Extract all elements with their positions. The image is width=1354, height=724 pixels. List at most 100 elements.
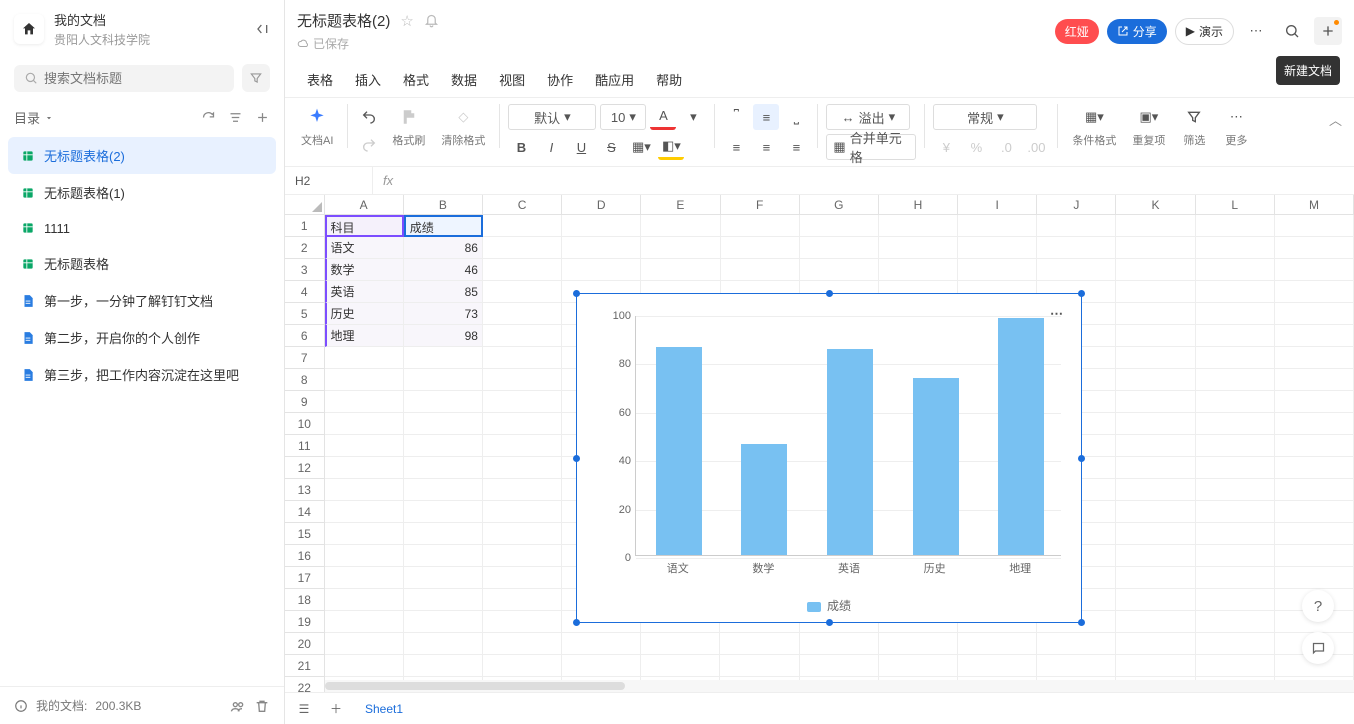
cell[interactable] <box>404 479 483 501</box>
cell[interactable]: 科目 <box>325 215 404 237</box>
add-icon[interactable] <box>255 110 270 125</box>
cell[interactable] <box>483 435 562 457</box>
cell[interactable]: 地理 <box>325 325 404 347</box>
cell[interactable] <box>1116 633 1195 655</box>
cell[interactable] <box>404 501 483 523</box>
cell[interactable] <box>1196 391 1275 413</box>
cell[interactable] <box>1037 655 1116 677</box>
help-fab[interactable]: ? <box>1302 590 1334 622</box>
cell[interactable] <box>325 457 404 479</box>
cell[interactable] <box>720 633 799 655</box>
cell[interactable] <box>483 259 562 281</box>
name-box[interactable]: H2 <box>285 167 373 194</box>
cell[interactable] <box>404 523 483 545</box>
cell[interactable] <box>325 413 404 435</box>
cell[interactable] <box>1116 259 1195 281</box>
cell[interactable]: 73 <box>404 303 483 325</box>
cell[interactable] <box>1116 567 1195 589</box>
row-header[interactable]: 12 <box>285 457 325 479</box>
cell[interactable] <box>483 281 562 303</box>
cell[interactable] <box>562 633 641 655</box>
cell[interactable] <box>325 589 404 611</box>
percent-icon[interactable]: % <box>963 134 989 160</box>
cell[interactable] <box>721 215 800 237</box>
cell[interactable] <box>1275 457 1354 479</box>
row-header[interactable]: 7 <box>285 347 325 369</box>
cell[interactable]: 98 <box>404 325 483 347</box>
cell[interactable] <box>641 655 720 677</box>
font-select[interactable]: 默认 ▾ <box>508 104 596 130</box>
col-header[interactable]: H <box>879 195 958 215</box>
cell[interactable] <box>1116 589 1195 611</box>
cell[interactable] <box>483 369 562 391</box>
cell[interactable] <box>562 259 641 281</box>
cell[interactable] <box>641 237 720 259</box>
cell[interactable] <box>562 237 641 259</box>
cell[interactable] <box>483 589 562 611</box>
cell[interactable] <box>1196 435 1275 457</box>
cell[interactable] <box>1275 303 1354 325</box>
cell[interactable] <box>879 215 958 237</box>
cell[interactable] <box>404 435 483 457</box>
cell[interactable]: 语文 <box>325 237 404 259</box>
cell[interactable] <box>879 655 958 677</box>
cell[interactable] <box>1116 501 1195 523</box>
row-header[interactable]: 4 <box>285 281 325 303</box>
cell[interactable] <box>1037 633 1116 655</box>
cell[interactable] <box>1275 435 1354 457</box>
star-icon[interactable]: ☆ <box>400 12 413 30</box>
cell[interactable] <box>404 545 483 567</box>
cell[interactable] <box>800 237 879 259</box>
cell[interactable] <box>1275 523 1354 545</box>
row-header[interactable]: 13 <box>285 479 325 501</box>
cell[interactable]: 历史 <box>325 303 404 325</box>
cell[interactable] <box>483 545 562 567</box>
number-format[interactable]: 常规 ▾ <box>933 104 1037 130</box>
cell[interactable] <box>1116 237 1195 259</box>
cell[interactable] <box>1116 479 1195 501</box>
cell[interactable] <box>483 479 562 501</box>
cell[interactable] <box>958 633 1037 655</box>
cell[interactable] <box>1196 303 1275 325</box>
cell[interactable] <box>483 347 562 369</box>
cell[interactable] <box>641 215 720 237</box>
col-header[interactable]: C <box>483 195 562 215</box>
cell[interactable] <box>641 633 720 655</box>
cell[interactable] <box>1196 237 1275 259</box>
fill-color[interactable]: ◧▾ <box>658 134 684 160</box>
cell[interactable] <box>404 589 483 611</box>
cell[interactable] <box>1275 391 1354 413</box>
cell[interactable]: 86 <box>404 237 483 259</box>
cell[interactable] <box>483 567 562 589</box>
cell[interactable] <box>483 501 562 523</box>
cell[interactable] <box>1196 611 1275 633</box>
row-header[interactable]: 20 <box>285 633 325 655</box>
cell[interactable] <box>1275 369 1354 391</box>
duplicates[interactable]: ▣▾重复项 <box>1126 104 1171 148</box>
menu-item[interactable]: 插入 <box>345 62 391 97</box>
sidebar-collapse-icon[interactable] <box>254 21 270 37</box>
wrap-select[interactable]: ↔ 溢出 ▾ <box>826 104 910 130</box>
cell[interactable] <box>483 655 562 677</box>
toolbar-more[interactable]: ⋯更多 <box>1217 104 1255 148</box>
row-header[interactable]: 8 <box>285 369 325 391</box>
cell[interactable] <box>1116 369 1195 391</box>
cell[interactable]: 46 <box>404 259 483 281</box>
cell[interactable] <box>800 259 879 281</box>
undo-icon[interactable] <box>356 104 382 130</box>
search-input[interactable] <box>44 71 224 86</box>
clear-format[interactable]: ◇ 清除格式 <box>435 104 491 148</box>
cell[interactable] <box>325 611 404 633</box>
row-header[interactable]: 18 <box>285 589 325 611</box>
cell[interactable] <box>325 567 404 589</box>
doc-item[interactable]: 第一步，一分钟了解钉钉文档 <box>8 282 276 319</box>
col-header[interactable]: J <box>1037 195 1116 215</box>
bar[interactable] <box>656 347 702 555</box>
doc-item[interactable]: 第二步，开启你的个人创作 <box>8 319 276 356</box>
align-left[interactable]: ≡ <box>723 134 749 160</box>
col-header[interactable]: I <box>958 195 1037 215</box>
cell[interactable] <box>1196 281 1275 303</box>
cell[interactable] <box>721 259 800 281</box>
cell[interactable] <box>483 325 562 347</box>
doc-item[interactable]: 无标题表格(1) <box>8 174 276 211</box>
